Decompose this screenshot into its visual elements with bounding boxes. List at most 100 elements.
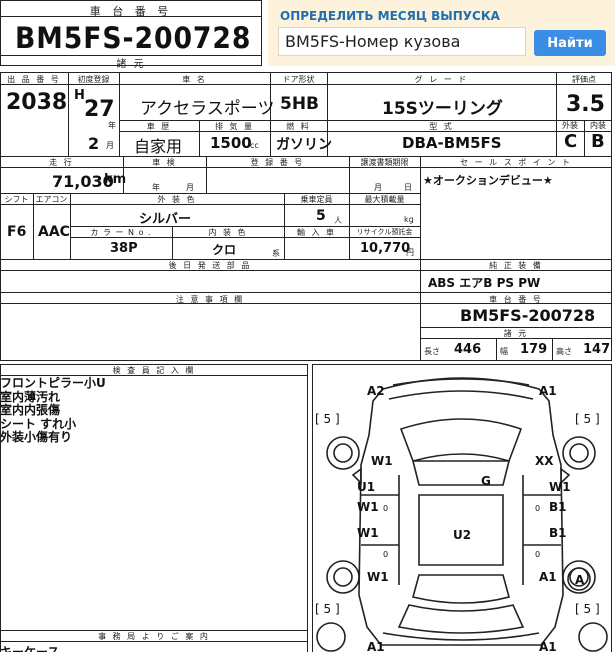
month-unit: 月 bbox=[106, 141, 116, 150]
transfer-deadline-label: 譲渡書類期限 bbox=[360, 158, 409, 167]
score: 3.5 bbox=[566, 92, 605, 117]
office-notice-label: 事 務 局 よ り ご 案 内 bbox=[98, 632, 210, 641]
shaken-month-unit: 月 bbox=[186, 183, 196, 192]
later-parts-label: 後 日 発 送 部 品 bbox=[168, 261, 252, 270]
interior-grade: B bbox=[591, 131, 605, 152]
shift: F6 bbox=[7, 224, 27, 240]
frame-number-box: 車 台 番 号 BM5FS-200728 諸 元 bbox=[0, 0, 262, 70]
capacity-unit: 人 bbox=[334, 216, 342, 225]
inspector-line: 室内薄汚れ bbox=[0, 389, 61, 404]
mark-u2-roof: U2 bbox=[453, 528, 471, 542]
mark-a-circle: A bbox=[575, 573, 585, 587]
usage-label: 車 歴 bbox=[146, 122, 172, 131]
displacement: 1500 bbox=[210, 134, 252, 152]
specs-label-top: 諸 元 bbox=[116, 59, 146, 70]
color-number-label: カ ラ ー N o . bbox=[90, 228, 152, 237]
inspector-notes: フロントピラー小U 室内薄汚れ 室内内張傷 シート すれ小 外装小傷有り bbox=[0, 376, 106, 445]
mark-zero-2: 0 bbox=[535, 504, 540, 513]
exterior-color-label: 外 装 色 bbox=[157, 195, 197, 204]
mileage-label: 走 行 bbox=[49, 158, 74, 167]
bracket-right-rear: [ 5 ] bbox=[575, 602, 600, 616]
recycle-fee: 10,770 bbox=[360, 241, 411, 256]
transfer-month-unit: 月 bbox=[374, 183, 384, 192]
frame-search-input[interactable] bbox=[278, 27, 526, 56]
mark-zero-1: 0 bbox=[383, 504, 388, 513]
mark-u1-left: U1 bbox=[357, 480, 375, 494]
interior-label: 内装 bbox=[590, 121, 606, 130]
mark-g-hood: G bbox=[481, 474, 491, 488]
exterior-label: 外装 bbox=[562, 121, 578, 130]
score-label: 評価点 bbox=[572, 75, 596, 84]
inspector-line: 外装小傷有り bbox=[0, 430, 73, 444]
exterior-grade: C bbox=[564, 131, 578, 152]
bracket-left-rear: [ 5 ] bbox=[315, 602, 340, 616]
door-type-label: ドア形状 bbox=[282, 75, 315, 84]
office-notice-text: キーケース bbox=[0, 645, 60, 652]
frame-number-small-label: 車 台 番 号 bbox=[489, 295, 543, 304]
sales-point-text: ★オークションデビュー★ bbox=[423, 174, 553, 187]
inspector-line: シート すれ小 bbox=[0, 416, 77, 431]
mark-a1-rear-left: A1 bbox=[367, 640, 385, 652]
lot-number-label: 出 品 番 号 bbox=[7, 75, 61, 84]
year-unit: 年 bbox=[108, 121, 118, 130]
sales-point-label: セ ー ル ス ポ イ ン ト bbox=[460, 158, 572, 167]
air-conditioner: AAC bbox=[38, 224, 70, 240]
displacement-unit: cc bbox=[250, 141, 259, 150]
car-diagram-box: [ 5 ] [ 5 ] [ 5 ] [ 5 ] A2 A1 W1 XX U1 G… bbox=[312, 364, 612, 652]
length: 446 bbox=[454, 342, 482, 357]
mark-a1-rear-right: A1 bbox=[539, 640, 557, 652]
mileage-unit: km bbox=[104, 172, 127, 187]
mark-zero-3: 0 bbox=[383, 550, 388, 559]
mark-w1-right: W1 bbox=[549, 480, 571, 494]
frame-number-small: BM5FS-200728 bbox=[460, 306, 596, 325]
mark-a1-right-rear: A1 bbox=[539, 570, 557, 584]
registration-month: 2 bbox=[88, 134, 100, 153]
ac-label: エアコン bbox=[35, 195, 68, 204]
mark-w1-left-rear: W1 bbox=[367, 570, 389, 584]
grade-label: グ レ ー ド bbox=[414, 75, 469, 84]
displacement-label: 排 気 量 bbox=[214, 122, 255, 131]
mark-xx-right-front: XX bbox=[535, 454, 554, 468]
notes-label: 注 意 事 項 欄 bbox=[175, 295, 245, 304]
interior-color: クロ bbox=[212, 243, 237, 257]
max-load-label: 最大積載量 bbox=[364, 195, 405, 204]
car-name-label: 車 名 bbox=[182, 75, 207, 84]
exterior-color: シルバー bbox=[139, 212, 192, 227]
search-panel: ОПРЕДЕЛИТЬ МЕСЯЦ ВЫПУСКА Найти bbox=[268, 0, 615, 66]
import-car-label: 輸 入 車 bbox=[296, 228, 337, 237]
mark-a2-front: A2 bbox=[367, 384, 385, 398]
search-title: ОПРЕДЕЛИТЬ МЕСЯЦ ВЫПУСКА bbox=[280, 9, 500, 23]
inspector-line: フロントピラー小U bbox=[0, 376, 106, 390]
bracket-right-front: [ 5 ] bbox=[575, 412, 600, 426]
transfer-day-unit: 日 bbox=[404, 183, 414, 192]
color-number: 38P bbox=[110, 241, 138, 256]
mark-a1-front: A1 bbox=[539, 384, 557, 398]
capacity-label: 乗車定員 bbox=[300, 195, 333, 204]
interior-color-unit: 系 bbox=[272, 249, 280, 258]
width-label: 幅 bbox=[500, 347, 508, 356]
model-code: DBA-BM5FS bbox=[402, 134, 502, 152]
shift-label: シフト bbox=[4, 195, 29, 204]
registration-number-label: 登 録 番 号 bbox=[250, 158, 305, 167]
usage: 自家用 bbox=[134, 137, 183, 156]
mark-b1-right: B1 bbox=[549, 500, 567, 514]
search-button[interactable]: Найти bbox=[534, 30, 606, 56]
grade: 15Sツーリング bbox=[382, 99, 503, 119]
width: 179 bbox=[520, 342, 548, 357]
door-type: 5HB bbox=[280, 94, 320, 114]
recycle-fee-unit: 円 bbox=[406, 248, 414, 257]
first-registration-label: 初度登録 bbox=[77, 75, 110, 84]
length-label: 長さ bbox=[424, 347, 440, 356]
mark-b1-right-2: B1 bbox=[549, 526, 567, 540]
lot-number: 2038 bbox=[6, 90, 68, 115]
inspector-label: 検 査 員 記 入 欄 bbox=[112, 366, 196, 375]
fuel-label: 燃 料 bbox=[286, 122, 311, 131]
capacity: 5 bbox=[316, 208, 326, 224]
car-name: アクセラスポーツ bbox=[140, 99, 275, 119]
bracket-left-front: [ 5 ] bbox=[315, 412, 340, 426]
model-code-label: 型 式 bbox=[429, 122, 454, 131]
height: 147 bbox=[583, 342, 611, 357]
frame-number-value: BM5FS-200728 bbox=[15, 21, 252, 55]
equipment: ABS エアB PS PW bbox=[428, 276, 541, 290]
equipment-label: 純 正 装 備 bbox=[489, 261, 543, 270]
